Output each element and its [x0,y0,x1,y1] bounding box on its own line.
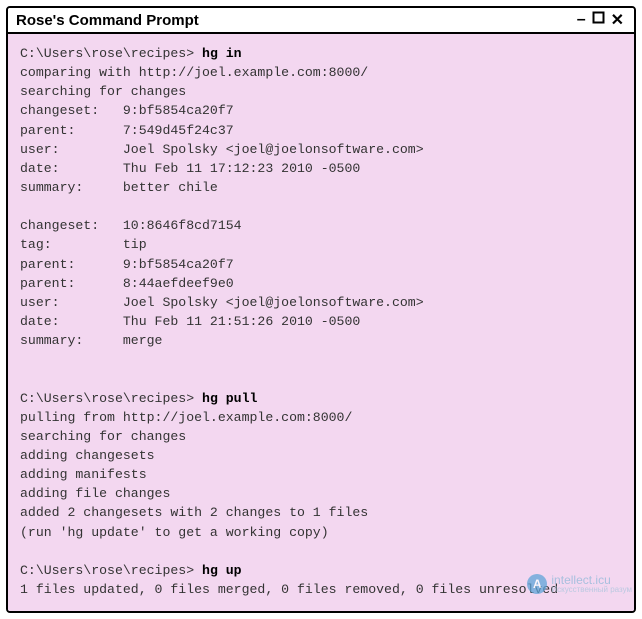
output-line: 1 files updated, 0 files merged, 0 files… [20,582,558,597]
output-line: parent: 8:44aefdeef9e0 [20,276,234,291]
prompt-path: C:\Users\rose\recipes> [20,391,194,406]
titlebar[interactable]: Rose's Command Prompt – ✕ [8,8,634,34]
output-line: changeset: 9:bf5854ca20f7 [20,103,234,118]
output-line: date: Thu Feb 11 21:51:26 2010 -0500 [20,314,360,329]
command-text: hg pull [202,391,257,406]
maximize-button[interactable] [590,11,607,29]
output-line: parent: 7:549d45f24c37 [20,123,234,138]
output-line: searching for changes [20,84,186,99]
close-button[interactable]: ✕ [609,10,626,30]
output-line: date: Thu Feb 11 17:12:23 2010 -0500 [20,161,360,176]
command-prompt-window: Rose's Command Prompt – ✕ C:\Users\rose\… [6,6,636,613]
output-line: pulling from http://joel.example.com:800… [20,410,352,425]
prompt-line: C:\Users\rose\recipes> hg in [20,46,242,61]
command-text: hg in [202,46,242,61]
minimize-button[interactable]: – [575,11,588,29]
output-line: adding manifests [20,467,147,482]
prompt-path: C:\Users\rose\recipes> [20,563,194,578]
output-line: summary: merge [20,333,162,348]
output-line: (run 'hg update' to get a working copy) [20,525,329,540]
output-line: tag: tip [20,237,147,252]
output-line: summary: better chile [20,180,218,195]
output-line: changeset: 10:8646f8cd7154 [20,218,242,233]
output-line: user: Joel Spolsky <joel@joelonsoftware.… [20,295,424,310]
prompt-line: C:\Users\rose\recipes> hg pull [20,391,257,406]
output-line: adding changesets [20,448,155,463]
prompt-line: C:\Users\rose\recipes> hg up [20,563,242,578]
output-line: adding file changes [20,486,170,501]
output-line: comparing with http://joel.example.com:8… [20,65,368,80]
output-line: user: Joel Spolsky <joel@joelonsoftware.… [20,142,424,157]
prompt-path: C:\Users\rose\recipes> [20,46,194,61]
terminal-output[interactable]: C:\Users\rose\recipes> hg in comparing w… [8,34,634,611]
output-line: added 2 changesets with 2 changes to 1 f… [20,505,368,520]
window-title: Rose's Command Prompt [16,12,199,29]
maximize-icon [592,11,605,24]
output-line: parent: 9:bf5854ca20f7 [20,257,234,272]
command-text: hg up [202,563,242,578]
window-controls: – ✕ [575,10,626,30]
output-line: searching for changes [20,429,186,444]
